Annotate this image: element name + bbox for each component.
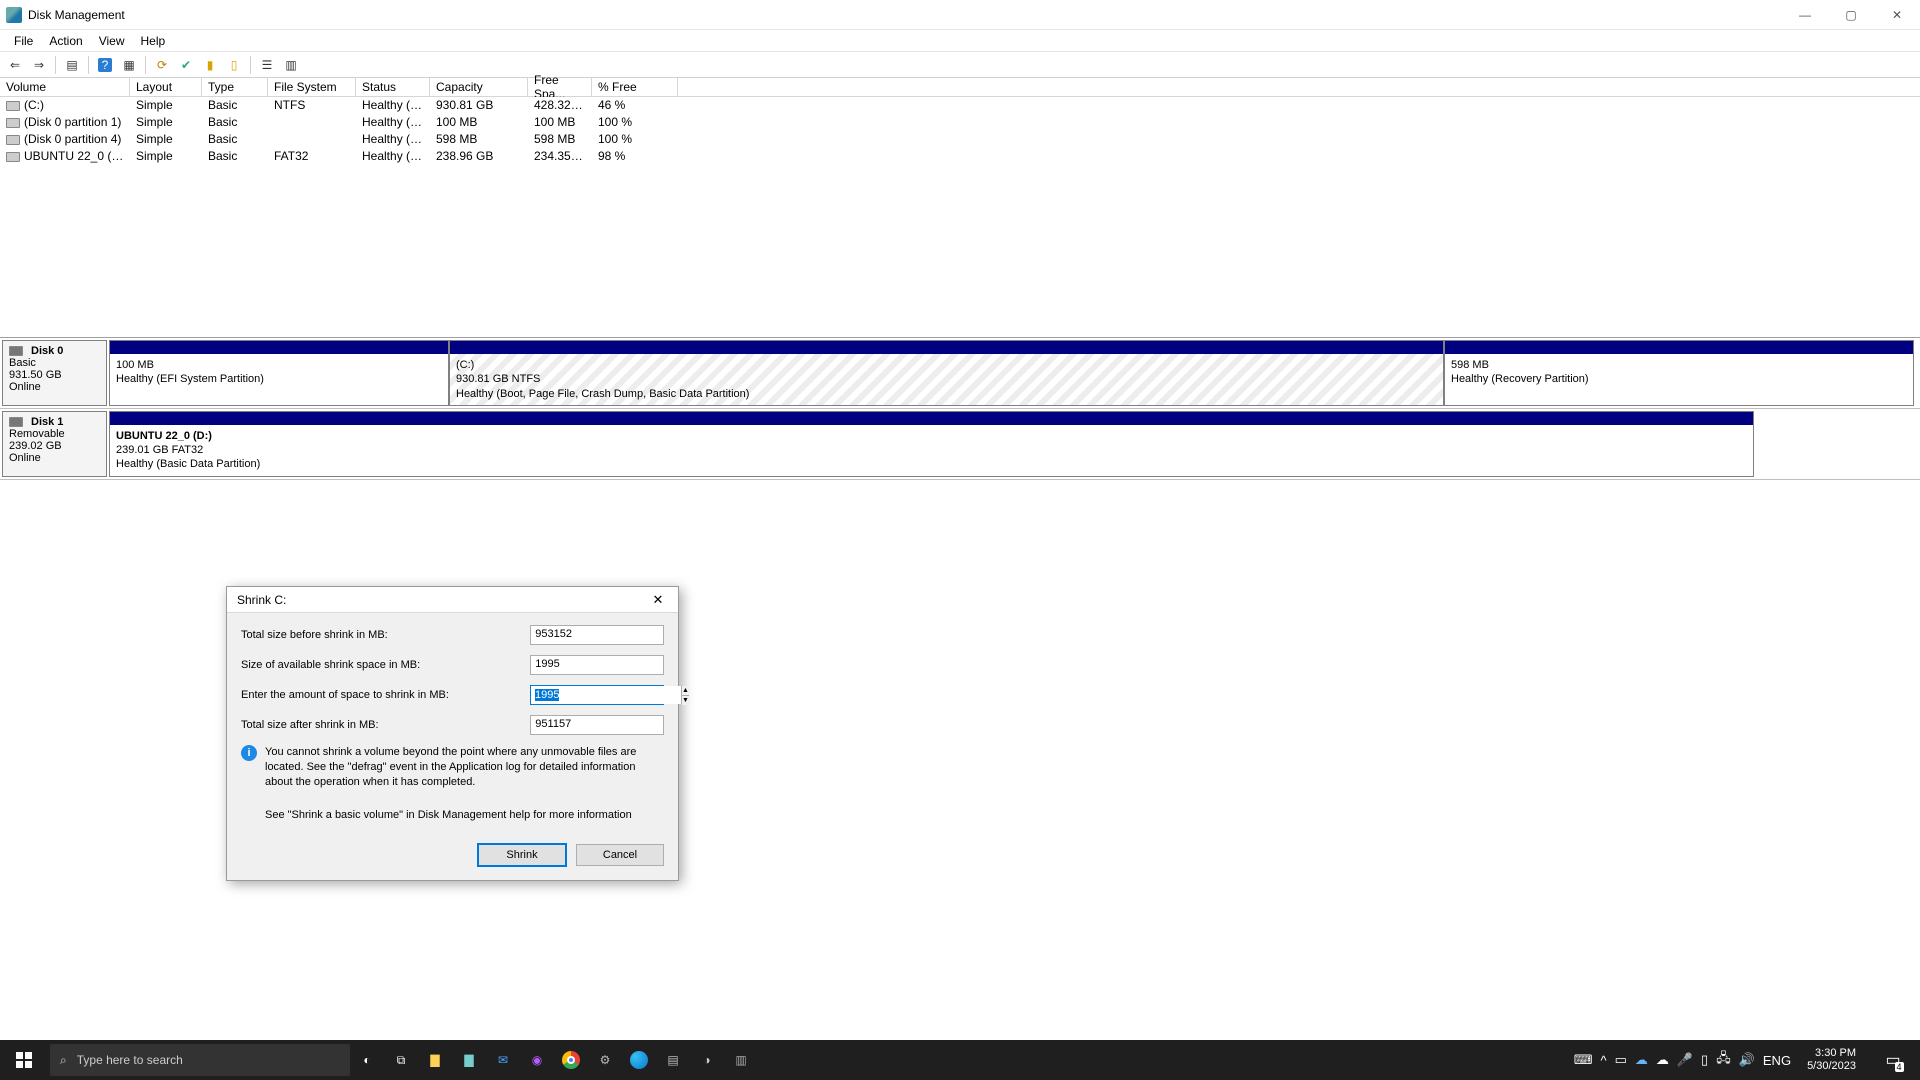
disk-management-taskbar-icon[interactable]: ▥ xyxy=(724,1040,758,1080)
value-total-after: 951157 xyxy=(530,715,664,735)
app-icon xyxy=(6,7,22,23)
network-icon[interactable]: 🖧 xyxy=(1716,1049,1731,1071)
partition[interactable]: UBUNTU 22_0 (D:)239.01 GB FAT32Healthy (… xyxy=(109,411,1754,477)
shrink-amount-input[interactable] xyxy=(531,686,681,704)
notification-badge: 4 xyxy=(1895,1062,1904,1072)
spinner-down-icon[interactable]: ▼ xyxy=(682,696,689,705)
minimize-button[interactable]: — xyxy=(1782,0,1828,30)
volume-table-header: Volume Layout Type File System Status Ca… xyxy=(0,78,1920,97)
table-row[interactable]: (C:)SimpleBasicNTFSHealthy (B...930.81 G… xyxy=(0,97,1920,114)
forward-icon[interactable]: ⇒ xyxy=(28,54,50,76)
label-total-after: Total size after shrink in MB: xyxy=(241,719,530,731)
app-icon-2[interactable]: ⚙ xyxy=(588,1040,622,1080)
search-placeholder: Type here to search xyxy=(77,1053,183,1067)
search-icon: ⌕ xyxy=(60,1053,67,1068)
volume-table-body: (C:)SimpleBasicNTFSHealthy (B...930.81 G… xyxy=(0,97,1920,337)
start-button[interactable] xyxy=(0,1040,48,1080)
battery-icon[interactable]: ▯ xyxy=(1701,1052,1708,1068)
table-row[interactable]: (Disk 0 partition 4)SimpleBasicHealthy (… xyxy=(0,131,1920,148)
partition[interactable]: (C:)930.81 GB NTFSHealthy (Boot, Page Fi… xyxy=(449,340,1444,406)
app-icon-3[interactable]: ▤ xyxy=(656,1040,690,1080)
menu-view[interactable]: View xyxy=(91,32,133,50)
partition[interactable]: 598 MBHealthy (Recovery Partition) xyxy=(1444,340,1914,406)
spinner-up-icon[interactable]: ▲ xyxy=(682,686,689,696)
chrome-icon[interactable] xyxy=(554,1040,588,1080)
shrink-amount-spinner[interactable]: ▲ ▼ xyxy=(530,685,664,705)
col-percent-free[interactable]: % Free xyxy=(592,78,678,96)
dialog-close-icon[interactable]: ✕ xyxy=(638,587,678,613)
label-total-before: Total size before shrink in MB: xyxy=(241,629,530,641)
value-available-shrink: 1995 xyxy=(530,655,664,675)
menu-action[interactable]: Action xyxy=(41,32,90,50)
info-text-1: You cannot shrink a volume beyond the po… xyxy=(265,745,664,790)
help-icon[interactable]: ? xyxy=(94,54,116,76)
menu-file[interactable]: File xyxy=(6,32,41,50)
col-filesystem[interactable]: File System xyxy=(268,78,356,96)
steam-icon[interactable]: ◑ xyxy=(690,1040,724,1080)
label-available-shrink: Size of available shrink space in MB: xyxy=(241,659,530,671)
disk-row: Disk 0Basic931.50 GBOnline100 MBHealthy … xyxy=(0,338,1920,409)
back-icon[interactable]: ⇐ xyxy=(4,54,26,76)
properties-icon[interactable]: ▦ xyxy=(118,54,140,76)
weather-tray-icon[interactable]: ☁ xyxy=(1656,1052,1669,1068)
value-total-before: 953152 xyxy=(530,625,664,645)
toolbar: ⇐ ⇒ ▤ ? ▦ ⟳ ✔ ▮ ▯ ☰ ▥ xyxy=(0,52,1920,78)
menu-help[interactable]: Help xyxy=(133,32,174,50)
clock-time: 3:30 PM xyxy=(1807,1047,1856,1060)
disk-row: Disk 1Removable239.02 GBOnlineUBUNTU 22_… xyxy=(0,409,1920,480)
col-capacity[interactable]: Capacity xyxy=(430,78,528,96)
col-volume[interactable]: Volume xyxy=(0,78,130,96)
col-type[interactable]: Type xyxy=(202,78,268,96)
tray-app-icon[interactable]: ▭ xyxy=(1615,1052,1627,1068)
list-view-icon[interactable]: ☰ xyxy=(256,54,278,76)
col-layout[interactable]: Layout xyxy=(130,78,202,96)
clock-date: 5/30/2023 xyxy=(1807,1060,1856,1073)
new-volume-icon[interactable]: ▮ xyxy=(199,54,221,76)
microphone-icon[interactable]: 🎤 xyxy=(1677,1052,1693,1068)
refresh-icon[interactable]: ⟳ xyxy=(151,54,173,76)
file-explorer-icon[interactable]: ▇ xyxy=(418,1040,452,1080)
edge-icon[interactable] xyxy=(622,1040,656,1080)
taskbar-clock[interactable]: 3:30 PM 5/30/2023 xyxy=(1799,1047,1864,1072)
tray-overflow-icon[interactable]: ^ xyxy=(1600,1053,1606,1068)
action-center-icon[interactable]: ▭4 xyxy=(1872,1040,1914,1080)
dialog-titlebar: Shrink C: ✕ xyxy=(227,587,678,613)
language-indicator[interactable]: ENG xyxy=(1763,1053,1791,1068)
onedrive-icon[interactable]: ☁ xyxy=(1635,1052,1648,1068)
system-tray: ⌨ ^ ▭ ☁ ☁ 🎤 ▯ 🖧 🔊 ENG 3:30 PM 5/30/2023 … xyxy=(1574,1040,1920,1080)
windows-logo-icon xyxy=(16,1052,32,1068)
taskbar: ⌕ Type here to search ◐ ⧉ ▇ ▇ ✉ ◉ ⚙ ▤ ◑ … xyxy=(0,1040,1920,1080)
taskbar-search[interactable]: ⌕ Type here to search xyxy=(50,1044,350,1076)
window-titlebar: Disk Management — ▢ ✕ xyxy=(0,0,1920,30)
cancel-button[interactable]: Cancel xyxy=(576,844,664,866)
col-status[interactable]: Status xyxy=(356,78,430,96)
info-text-2: See "Shrink a basic volume" in Disk Mana… xyxy=(265,808,664,823)
table-row[interactable]: (Disk 0 partition 1)SimpleBasicHealthy (… xyxy=(0,114,1920,131)
touch-keyboard-icon[interactable]: ⌨ xyxy=(1574,1052,1593,1068)
volume-icon[interactable]: 🔊 xyxy=(1739,1052,1755,1068)
shrink-dialog: Shrink C: ✕ Total size before shrink in … xyxy=(226,586,679,881)
label-enter-shrink: Enter the amount of space to shrink in M… xyxy=(241,689,530,701)
detail-view-icon[interactable]: ▥ xyxy=(280,54,302,76)
wizard-icon[interactable]: ✔ xyxy=(175,54,197,76)
maximize-button[interactable]: ▢ xyxy=(1828,0,1874,30)
mail-icon[interactable]: ✉ xyxy=(486,1040,520,1080)
shrink-button[interactable]: Shrink xyxy=(478,844,566,866)
window-title: Disk Management xyxy=(28,8,125,22)
app-icon-1[interactable]: ◉ xyxy=(520,1040,554,1080)
close-button[interactable]: ✕ xyxy=(1874,0,1920,30)
partition[interactable]: 100 MBHealthy (EFI System Partition) xyxy=(109,340,449,406)
menu-bar: File Action View Help xyxy=(0,30,1920,52)
microsoft-store-icon[interactable]: ▇ xyxy=(452,1040,486,1080)
dialog-title: Shrink C: xyxy=(237,593,286,607)
col-freespace[interactable]: Free Spa... xyxy=(528,78,592,96)
table-row[interactable]: UBUNTU 22_0 (D:)SimpleBasicFAT32Healthy … xyxy=(0,148,1920,165)
settings-icon[interactable]: ▯ xyxy=(223,54,245,76)
disk-info[interactable]: Disk 1Removable239.02 GBOnline xyxy=(2,411,107,477)
task-view-icon[interactable]: ⧉ xyxy=(384,1040,418,1080)
cortana-icon[interactable]: ◐ xyxy=(350,1040,384,1080)
disk-info[interactable]: Disk 0Basic931.50 GBOnline xyxy=(2,340,107,406)
info-icon: i xyxy=(241,745,257,761)
show-hide-tree-icon[interactable]: ▤ xyxy=(61,54,83,76)
